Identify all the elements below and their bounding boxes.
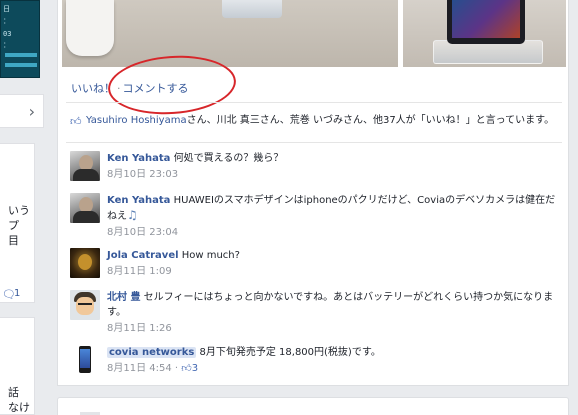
calendar-bar xyxy=(5,53,37,57)
device-image xyxy=(66,0,114,56)
meta-separator: · xyxy=(174,363,179,374)
post-photo-1[interactable] xyxy=(62,0,398,67)
avatar[interactable] xyxy=(70,193,100,223)
avatar[interactable] xyxy=(70,290,100,320)
stand-image xyxy=(222,0,282,18)
sidebar-comment-count[interactable]: 🗨 1 xyxy=(0,287,27,303)
next-post-card xyxy=(57,397,569,415)
comment-time[interactable]: 8月11日 1:09 xyxy=(107,266,172,277)
comment-like-count[interactable]: 3 xyxy=(192,363,198,374)
comment-author[interactable]: Ken Yahata xyxy=(107,195,170,206)
thumbs-up-icon: 👍︎ xyxy=(70,115,82,128)
post-photo-2[interactable] xyxy=(403,0,566,67)
sidebar-post-text: 話 xyxy=(8,386,19,399)
calendar-row: ： xyxy=(3,41,10,49)
divider xyxy=(66,102,562,103)
phone-image xyxy=(447,0,525,44)
avatar[interactable] xyxy=(70,151,100,181)
calendar-bar xyxy=(5,63,37,67)
sidebar-post-card-2: 話 なけ xyxy=(0,317,35,415)
chevron-right-icon[interactable]: › xyxy=(29,102,35,121)
sidebar-post-text: なけ xyxy=(8,401,30,414)
comment-count: 1 xyxy=(14,288,21,299)
calendar-row: 日 xyxy=(3,5,10,13)
divider xyxy=(66,142,562,143)
comment-text: How much? xyxy=(181,250,240,261)
comment-time[interactable]: 8月10日 23:04 xyxy=(107,227,178,238)
sidebar-post-text: いう xyxy=(8,204,30,217)
likes-summary: 👍︎ Yasuhiro Hoshiyamaさん、川北 真三さん、荒巻 いづみさん… xyxy=(66,110,562,140)
comment-text: セルフィーにはちょっと向かないですね。あとはバッテリーがどれくらい持つか気になり… xyxy=(107,292,554,318)
comment-time[interactable]: 8月11日 4:54 xyxy=(107,363,172,374)
post-card: いいね！ · コメントする 👍︎ Yasuhiro Hoshiyamaさん、川北 真… xyxy=(57,0,569,386)
comment-text: HUAWEIのスマホデザインはiphoneのパクリだけど、Coviaのデベソカメ… xyxy=(107,195,556,222)
comment-author[interactable]: covia networks xyxy=(107,347,197,358)
calendar-row: 03 xyxy=(3,30,12,38)
comment-text: 8月下旬発売予定 18,800円(税抜)です。 xyxy=(199,347,381,358)
thumbs-up-icon[interactable]: 👍︎ xyxy=(181,363,191,374)
sidebar-post-text: プ xyxy=(8,219,19,232)
post-photos xyxy=(62,0,566,67)
comment-text: 何処で買えるの？幾ら？ xyxy=(173,153,284,164)
comment-author[interactable]: Ken Yahata xyxy=(107,153,170,164)
avatar[interactable] xyxy=(70,345,100,375)
sidebar-expand-box[interactable]: › xyxy=(0,94,44,128)
comment-author[interactable]: Jola Catravel xyxy=(107,250,179,261)
liker-names-link[interactable]: Yasuhiro Hoshiyama xyxy=(86,115,187,126)
music-note-icon: ♫ xyxy=(127,208,138,222)
comment-time[interactable]: 8月10日 23:03 xyxy=(107,169,178,180)
likes-text: Yasuhiro Hoshiyamaさん、川北 真三さん、荒巻 いづみさん、他3… xyxy=(86,114,556,128)
left-column: 日 ： 03 ： › いう プ 目 🗨 1 話 なけ xyxy=(0,0,44,415)
avatar[interactable] xyxy=(70,248,100,278)
comment-time[interactable]: 8月11日 1:26 xyxy=(107,323,172,334)
sidebar-post-text: 目 xyxy=(8,234,19,247)
likes-suffix: さん、川北 真三さん、荒巻 いづみさん、他37人が「いいね！」と言っています。 xyxy=(186,115,555,126)
calendar-row: ： xyxy=(3,17,10,25)
sidebar-post-card: いう プ 目 xyxy=(0,143,35,303)
calendar-widget: 日 ： 03 ： xyxy=(0,0,40,78)
comment-author[interactable]: 北村 豊 xyxy=(107,292,140,303)
